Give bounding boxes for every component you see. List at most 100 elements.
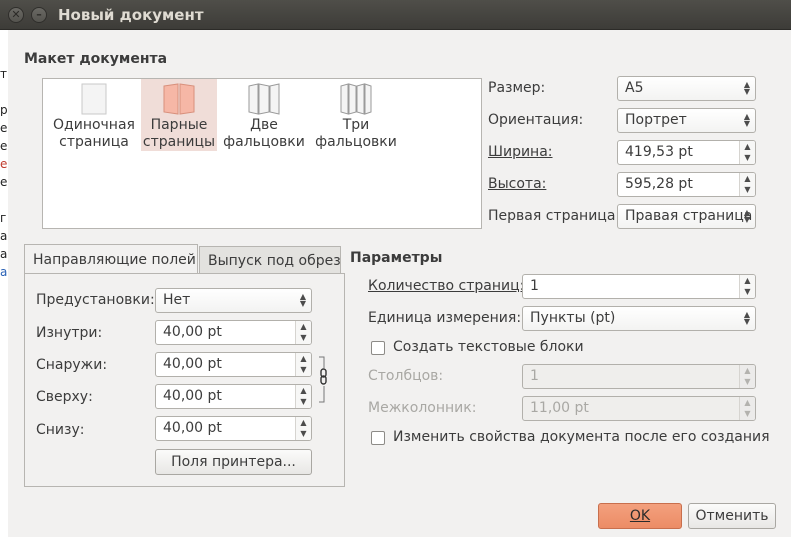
pages-count-label-text: Количество страниц:	[368, 278, 525, 294]
pages-count-spinbox[interactable]: 1 ▲ ▼	[522, 274, 756, 299]
height-spinbox[interactable]: 595,28 pt ▲ ▼	[617, 172, 756, 197]
cancel-button[interactable]: Отменить	[688, 503, 776, 529]
minimize-icon[interactable]: –	[31, 7, 47, 23]
spin-up-icon[interactable]: ▲	[296, 417, 311, 428]
top-spinbox[interactable]: 40,00 pt ▲ ▼	[155, 384, 312, 409]
orientation-combo[interactable]: Портрет ▲ ▼	[617, 108, 756, 133]
width-label: Ширина:	[488, 144, 553, 160]
close-icon[interactable]: ✕	[8, 7, 24, 23]
title-bar: ✕ – Новый документ	[0, 0, 791, 30]
updown-arrows-icon: ▲ ▼	[743, 80, 750, 96]
presets-combo[interactable]: Нет ▲ ▼	[155, 288, 312, 313]
columns-label: Столбцов:	[368, 368, 444, 384]
inside-value: 40,00 pt	[163, 324, 222, 340]
spin-down-icon[interactable]: ▼	[740, 408, 755, 419]
top-spin-buttons[interactable]: ▲ ▼	[295, 385, 311, 408]
layout-options-frame: Одиночная страница Парные страницы Две фаль…	[42, 78, 482, 229]
spin-up-icon[interactable]: ▲	[740, 173, 755, 184]
facing-pages-icon	[163, 83, 195, 115]
updown-arrows-icon: ▲ ▼	[743, 310, 750, 326]
spin-down-icon[interactable]: ▼	[296, 396, 311, 407]
layout-option-two-fold[interactable]: Две фальцовки	[219, 79, 309, 151]
create-text-frames-label: Создать текстовые блоки	[393, 339, 584, 355]
updown-arrows-icon: ▲ ▼	[299, 292, 306, 308]
spin-down-icon[interactable]: ▼	[740, 184, 755, 195]
bottom-spin-buttons[interactable]: ▲ ▼	[295, 417, 311, 440]
spin-down-icon[interactable]: ▼	[296, 364, 311, 375]
presets-value: Нет	[163, 292, 191, 308]
layout-option-facing[interactable]: Парные страницы	[141, 79, 217, 151]
gutter-spin-buttons[interactable]: ▲ ▼	[739, 397, 755, 420]
layout-option-two-fold-line1: Две	[250, 117, 278, 133]
inside-spin-buttons[interactable]: ▲ ▼	[295, 321, 311, 344]
pages-count-spin-buttons[interactable]: ▲ ▼	[739, 275, 755, 298]
unit-label: Единица измерения:	[368, 310, 522, 326]
tab-margin-guides-label: Направляющие полей	[33, 252, 196, 268]
printer-margins-button[interactable]: Поля принтера...	[155, 449, 312, 475]
top-value: 40,00 pt	[163, 388, 222, 404]
width-spin-buttons[interactable]: ▲ ▼	[739, 141, 755, 164]
spin-up-icon[interactable]: ▲	[296, 385, 311, 396]
first-page-value: Правая страница	[625, 208, 753, 224]
spin-up-icon[interactable]: ▲	[740, 365, 755, 376]
dialog-body: Макет документа Одиночная страница Парные…	[8, 30, 791, 537]
new-document-window: ✕ – Новый документ Макет документа Одино…	[0, 0, 791, 537]
layout-option-three-fold[interactable]: Три фальцовки	[311, 79, 401, 151]
size-combo[interactable]: A5 ▲ ▼	[617, 76, 756, 101]
spin-down-icon[interactable]: ▼	[296, 332, 311, 343]
change-props-checkbox[interactable]	[371, 431, 385, 445]
parameters-heading: Параметры	[350, 250, 443, 266]
window-title: Новый документ	[58, 6, 204, 24]
unit-combo[interactable]: Пункты (pt) ▲ ▼	[522, 306, 756, 331]
spin-down-icon[interactable]: ▼	[740, 286, 755, 297]
updown-arrows-icon: ▲ ▼	[743, 208, 750, 224]
layout-option-single-line1: Одиночная	[53, 117, 135, 133]
first-page-combo[interactable]: Правая страница ▲ ▼	[617, 204, 756, 229]
layout-option-facing-line1: Парные	[150, 117, 208, 133]
spin-up-icon[interactable]: ▲	[296, 353, 311, 364]
orientation-label: Ориентация:	[488, 112, 584, 128]
ok-button-label: OK	[629, 508, 651, 524]
layout-option-three-fold-line2: фальцовки	[315, 134, 397, 150]
bottom-label: Снизу:	[36, 422, 85, 438]
height-label: Высота:	[488, 176, 546, 192]
spin-up-icon[interactable]: ▲	[740, 141, 755, 152]
tab-bleed-label: Выпуск под обрез	[208, 253, 341, 269]
tab-margin-guides[interactable]: Направляющие полей	[24, 244, 198, 276]
height-spin-buttons[interactable]: ▲ ▼	[739, 173, 755, 196]
spin-down-icon[interactable]: ▼	[740, 152, 755, 163]
bottom-value: 40,00 pt	[163, 420, 222, 436]
updown-arrows-icon: ▲ ▼	[743, 112, 750, 128]
inside-spinbox[interactable]: 40,00 pt ▲ ▼	[155, 320, 312, 345]
spin-down-icon[interactable]: ▼	[740, 376, 755, 387]
ok-button[interactable]: OK	[598, 503, 682, 529]
tab-bleed[interactable]: Выпуск под обрез	[199, 246, 341, 276]
spin-down-icon[interactable]: ▼	[296, 428, 311, 439]
outside-label: Снаружи:	[36, 357, 108, 373]
layout-option-single[interactable]: Одиночная страница	[49, 79, 139, 151]
create-text-frames-checkbox[interactable]	[371, 341, 385, 355]
gutter-spinbox[interactable]: 11,00 pt ▲ ▼	[522, 396, 756, 421]
columns-spin-buttons[interactable]: ▲ ▼	[739, 365, 755, 388]
orientation-value: Портрет	[625, 112, 687, 128]
chain-link-toggle[interactable]	[318, 356, 328, 404]
spin-up-icon[interactable]: ▲	[740, 275, 755, 286]
first-page-label: Первая страница:	[488, 208, 621, 224]
gutter-label: Межколонник:	[368, 400, 477, 416]
spin-up-icon[interactable]: ▲	[296, 321, 311, 332]
layout-option-single-line2: страница	[59, 134, 129, 150]
width-label-text: Ширина:	[488, 144, 553, 160]
outside-value: 40,00 pt	[163, 356, 222, 372]
width-value: 419,53 pt	[625, 144, 693, 160]
height-value: 595,28 pt	[625, 176, 693, 192]
pages-count-value: 1	[530, 278, 539, 294]
layout-heading: Макет документа	[24, 51, 168, 67]
chain-link-icon	[319, 356, 327, 403]
columns-spinbox[interactable]: 1 ▲ ▼	[522, 364, 756, 389]
layout-option-two-fold-line2: фальцовки	[223, 134, 305, 150]
outside-spinbox[interactable]: 40,00 pt ▲ ▼	[155, 352, 312, 377]
outside-spin-buttons[interactable]: ▲ ▼	[295, 353, 311, 376]
spin-up-icon[interactable]: ▲	[740, 397, 755, 408]
bottom-spinbox[interactable]: 40,00 pt ▲ ▼	[155, 416, 312, 441]
width-spinbox[interactable]: 419,53 pt ▲ ▼	[617, 140, 756, 165]
